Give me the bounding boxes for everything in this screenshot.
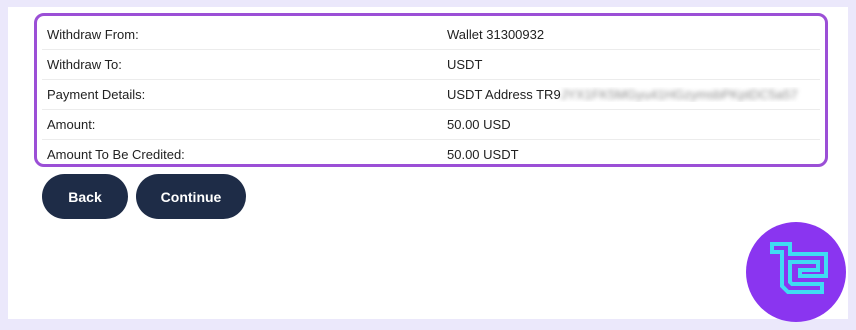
withdraw-to-value: USDT — [447, 57, 483, 72]
tc-brand-logo-icon — [770, 242, 828, 294]
payment-details-label: Payment Details: — [47, 87, 146, 102]
withdraw-from-label: Withdraw From: — [47, 27, 139, 42]
amount-credited-label: Amount To Be Credited: — [47, 147, 185, 162]
row-amount: Amount: 50.00 USD — [42, 110, 820, 140]
withdraw-details-table: Withdraw From: Wallet 31300932 Withdraw … — [34, 13, 828, 167]
withdraw-from-value: Wallet 31300932 — [447, 27, 545, 42]
row-withdraw-from: Withdraw From: Wallet 31300932 — [42, 20, 820, 50]
row-amount-credited: Amount To Be Credited: 50.00 USDT — [42, 140, 820, 169]
amount-label: Amount: — [47, 117, 96, 132]
withdraw-to-label: Withdraw To: — [47, 57, 122, 72]
back-button[interactable]: Back — [42, 174, 128, 219]
continue-button[interactable]: Continue — [136, 174, 246, 219]
payment-address-prefix: USDT Address TR9 — [447, 87, 561, 102]
amount-credited-value: 50.00 USDT — [447, 147, 519, 162]
payment-details-value: USDT Address TR9JYX1FK5MGyu41HGzymsbPKpt… — [447, 87, 820, 102]
row-payment-details: Payment Details: USDT Address TR9JYX1FK5… — [42, 80, 820, 110]
row-withdraw-to: Withdraw To: USDT — [42, 50, 820, 80]
payment-address-blurred: JYX1FK5MGyu41HGzymsbPKptDC5a57 — [560, 87, 798, 102]
brand-logo — [746, 222, 846, 322]
amount-value: 50.00 USD — [447, 117, 511, 132]
